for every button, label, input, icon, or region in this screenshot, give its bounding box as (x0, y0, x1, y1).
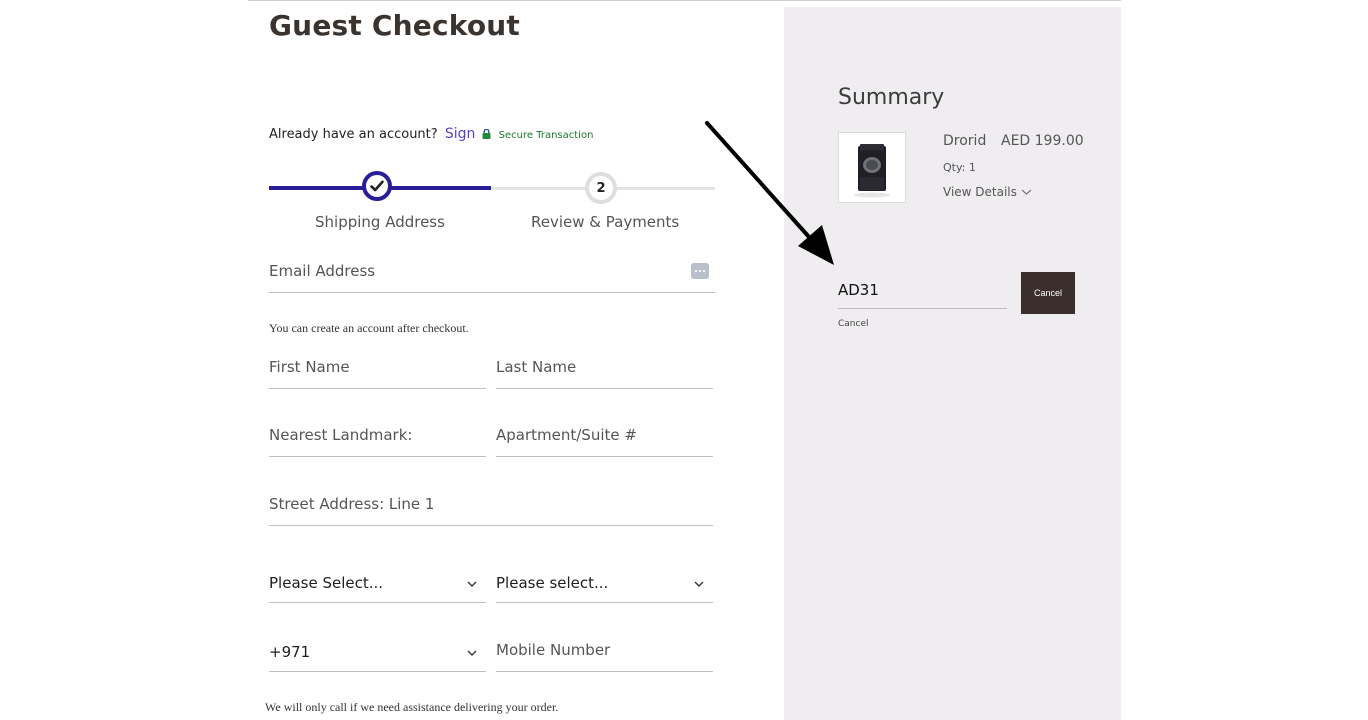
last-name-placeholder: Last Name (496, 358, 577, 376)
account-prompt: Already have an account? (269, 127, 438, 142)
area-select[interactable]: Please select... (496, 569, 713, 603)
step-shipping-label: Shipping Address (315, 213, 445, 231)
cancel-coupon-link[interactable]: Cancel (838, 319, 869, 329)
order-summary-panel (784, 7, 1121, 720)
email-placeholder: Email Address (269, 262, 376, 280)
first-name-placeholder: First Name (269, 358, 350, 376)
discount-code-field[interactable]: AD31 (838, 276, 1007, 309)
discount-code-value: AD31 (838, 281, 879, 299)
area-select-value: Please select... (496, 574, 609, 592)
email-field[interactable]: Email Address (269, 259, 715, 293)
arrow-annotation (705, 121, 834, 265)
cancel-coupon-button[interactable]: Cancel (1021, 272, 1075, 314)
email-note: You can create an account after checkout… (269, 321, 469, 335)
item-name: Drorid (943, 133, 987, 149)
chevron-down-icon (467, 650, 477, 656)
phone-code-value: +971 (269, 643, 311, 661)
secure-transaction-label: Secure Transaction (498, 130, 594, 141)
account-prompt-row: Already have an account? Sign Secure Tra… (269, 126, 593, 142)
emirate-select-value: Please Select... (269, 574, 384, 592)
item-quantity: Qty: 1 (943, 161, 976, 174)
summary-title: Summary (838, 85, 945, 110)
mobile-number-placeholder: Mobile Number (496, 641, 611, 659)
emirate-select[interactable]: Please Select... (269, 569, 486, 603)
item-price: AED 199.00 (1001, 133, 1084, 149)
last-name-field[interactable]: Last Name (496, 355, 713, 389)
chevron-down-icon (467, 581, 477, 587)
product-thumbnail[interactable] (838, 132, 906, 203)
apartment-placeholder: Apartment/Suite # (496, 426, 637, 444)
street-address-field[interactable]: Street Address: Line 1 (269, 492, 713, 526)
chevron-down-icon (694, 581, 704, 587)
landmark-placeholder: Nearest Landmark: (269, 426, 413, 444)
watch-product-image (854, 144, 890, 198)
step-shipping-indicator (362, 171, 392, 201)
lock-icon (482, 129, 490, 139)
step-review-label: Review & Payments (531, 213, 680, 231)
view-details-toggle[interactable]: View Details (943, 185, 1032, 199)
street-address-placeholder: Street Address: Line 1 (269, 495, 435, 513)
check-icon (370, 180, 384, 192)
first-name-field[interactable]: First Name (269, 355, 486, 389)
sign-in-link[interactable]: Sign (445, 126, 476, 142)
landmark-field[interactable]: Nearest Landmark: (269, 423, 486, 457)
phone-code-select[interactable]: +971 (269, 638, 486, 672)
top-divider (248, 0, 1121, 1)
step-review-indicator: 2 (585, 172, 617, 204)
phone-note: We will only call if we need assistance … (265, 700, 559, 714)
page-title: Guest Checkout (269, 9, 520, 42)
apartment-field[interactable]: Apartment/Suite # (496, 423, 713, 457)
view-details-label: View Details (943, 185, 1017, 199)
mobile-number-field[interactable]: Mobile Number (496, 638, 713, 672)
chevron-down-icon (1021, 189, 1032, 195)
